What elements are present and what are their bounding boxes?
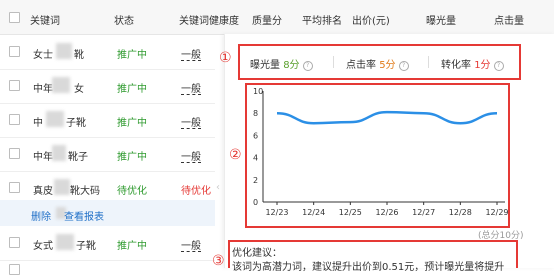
divider [428,56,429,68]
divider [333,56,334,68]
keyword-redacted [56,234,74,250]
stat-score: 1分 [474,60,491,71]
header-avg-rank[interactable]: 平均排名 [302,12,342,27]
keyword-text-end[interactable]: 子靴 [76,237,96,252]
x-tick-label: 12/28 [449,208,472,217]
bulk-actions-row: 删除 查看报表 [0,200,215,226]
header-clicks[interactable]: 点击量 [494,12,524,27]
table-row: 女士 靴 推广中 一般 [0,35,215,70]
keyword-redacted [46,111,64,127]
select-all-checkbox[interactable] [9,12,20,23]
row-checkbox[interactable] [9,148,20,159]
keyword-text-start[interactable]: 中年 [33,148,53,163]
table-row: 女式 子靴 推广中 一般 [0,226,215,261]
stat-score: 8分 [283,60,300,71]
keyword-text-start[interactable]: 女士 [33,46,53,61]
stat-ctr: 点击率 5分? [346,56,409,71]
stat-label: 点击率 [346,60,376,71]
x-tick-label: 12/24 [302,208,325,217]
help-icon[interactable]: ? [302,61,313,71]
y-tick-label: 2 [253,176,258,185]
header-keyword[interactable]: 关键词 [30,12,60,27]
table-row: 中年 靴子 推广中 一般 [0,137,215,172]
keyword-text-start[interactable]: 女式 [33,237,53,252]
keyword-text-end[interactable]: 靴 [74,46,84,61]
health-level[interactable]: 一般 [181,80,201,95]
table-row: 中年 女 推广中 一般 [0,69,215,104]
keyword-text-end[interactable]: 子靴 [66,114,86,129]
marker-2: ② [229,147,242,163]
health-level[interactable]: 一般 [181,237,201,252]
keyword-text-start[interactable]: 真皮 [33,182,53,197]
delete-link[interactable]: 删除 [31,208,51,223]
status-label: 推广中 [117,50,147,61]
row-checkbox[interactable] [9,80,20,91]
stat-conversion: 转化率 1分? [441,56,504,71]
status-label: 待优化 [117,186,147,197]
status-label: 推广中 [117,84,147,95]
stat-score: 5分 [379,60,396,71]
suggestion-body: 该词为高潜力词，建议提升出价到0.51元，预计曝光量将提升 [232,262,505,273]
x-tick-label: 12/27 [412,208,435,217]
series-line [276,110,498,125]
keyword-text-start[interactable]: 中年 [33,80,53,95]
keyword-redacted [52,145,66,161]
x-tick-label: 12/26 [375,208,398,217]
row-checkbox[interactable] [9,237,20,248]
header-impressions[interactable]: 曝光量 [426,12,456,27]
keyword-text-end[interactable]: 靴子 [68,148,88,163]
keyword-redacted [56,43,72,59]
row-checkbox[interactable] [9,46,20,57]
keyword-text-start[interactable]: 中 [33,114,43,129]
y-tick-label: 10 [253,87,263,96]
health-level[interactable]: 一般 [181,46,201,61]
keyword-redacted [54,179,70,195]
needs-optimization-label[interactable]: 待优化 [181,182,211,197]
row-checkbox[interactable] [9,264,20,275]
row-checkbox[interactable] [9,182,20,193]
marker-1: ① [219,50,232,66]
stat-label: 曝光量 [250,60,280,71]
header-status[interactable]: 状态 [114,12,134,27]
y-tick-label: 0 [253,198,258,207]
help-icon[interactable]: ? [398,61,409,71]
arrow-icon: ‹ [216,182,220,193]
row-checkbox[interactable] [9,114,20,125]
y-tick-label: 8 [253,109,258,118]
header-bid[interactable]: 出价(元) [352,12,390,27]
keyword-text-end[interactable]: 女 [74,80,84,95]
keyword-text-end[interactable]: 靴大码 [70,182,100,197]
status-label: 推广中 [117,152,147,163]
view-report-link[interactable]: 查看报表 [64,208,104,223]
marker-3: ③ [212,253,225,269]
x-tick-label: 12/29 [485,208,508,217]
health-level[interactable]: 一般 [181,148,201,163]
header-health[interactable]: 关键词健康度 [179,12,239,27]
trend-line-chart: 10 8 6 4 2 0 12/23 12/24 12/25 12/26 12/27 12/28 12/… [253,87,508,217]
y-tick-label: 6 [253,131,258,140]
x-tick-label: 12/25 [339,208,362,217]
table-row: 中 子靴 推广中 一般 [0,103,215,138]
stat-label: 转化率 [441,60,471,71]
header-quality[interactable]: 质量分 [252,12,282,27]
health-level[interactable]: 一般 [181,114,201,129]
status-label: 推广中 [117,118,147,129]
stat-impressions: 曝光量 8分? [250,56,313,71]
keyword-redacted [52,77,70,93]
table-header: 关键词 状态 关键词健康度 质量分 平均排名 出价(元) 曝光量 点击量 [0,0,554,35]
suggestion-title: 优化建议： [232,248,282,259]
help-icon[interactable]: ? [493,61,504,71]
y-tick-label: 4 [253,154,258,163]
x-tick-label: 12/23 [265,208,288,217]
status-label: 推广中 [117,241,147,252]
